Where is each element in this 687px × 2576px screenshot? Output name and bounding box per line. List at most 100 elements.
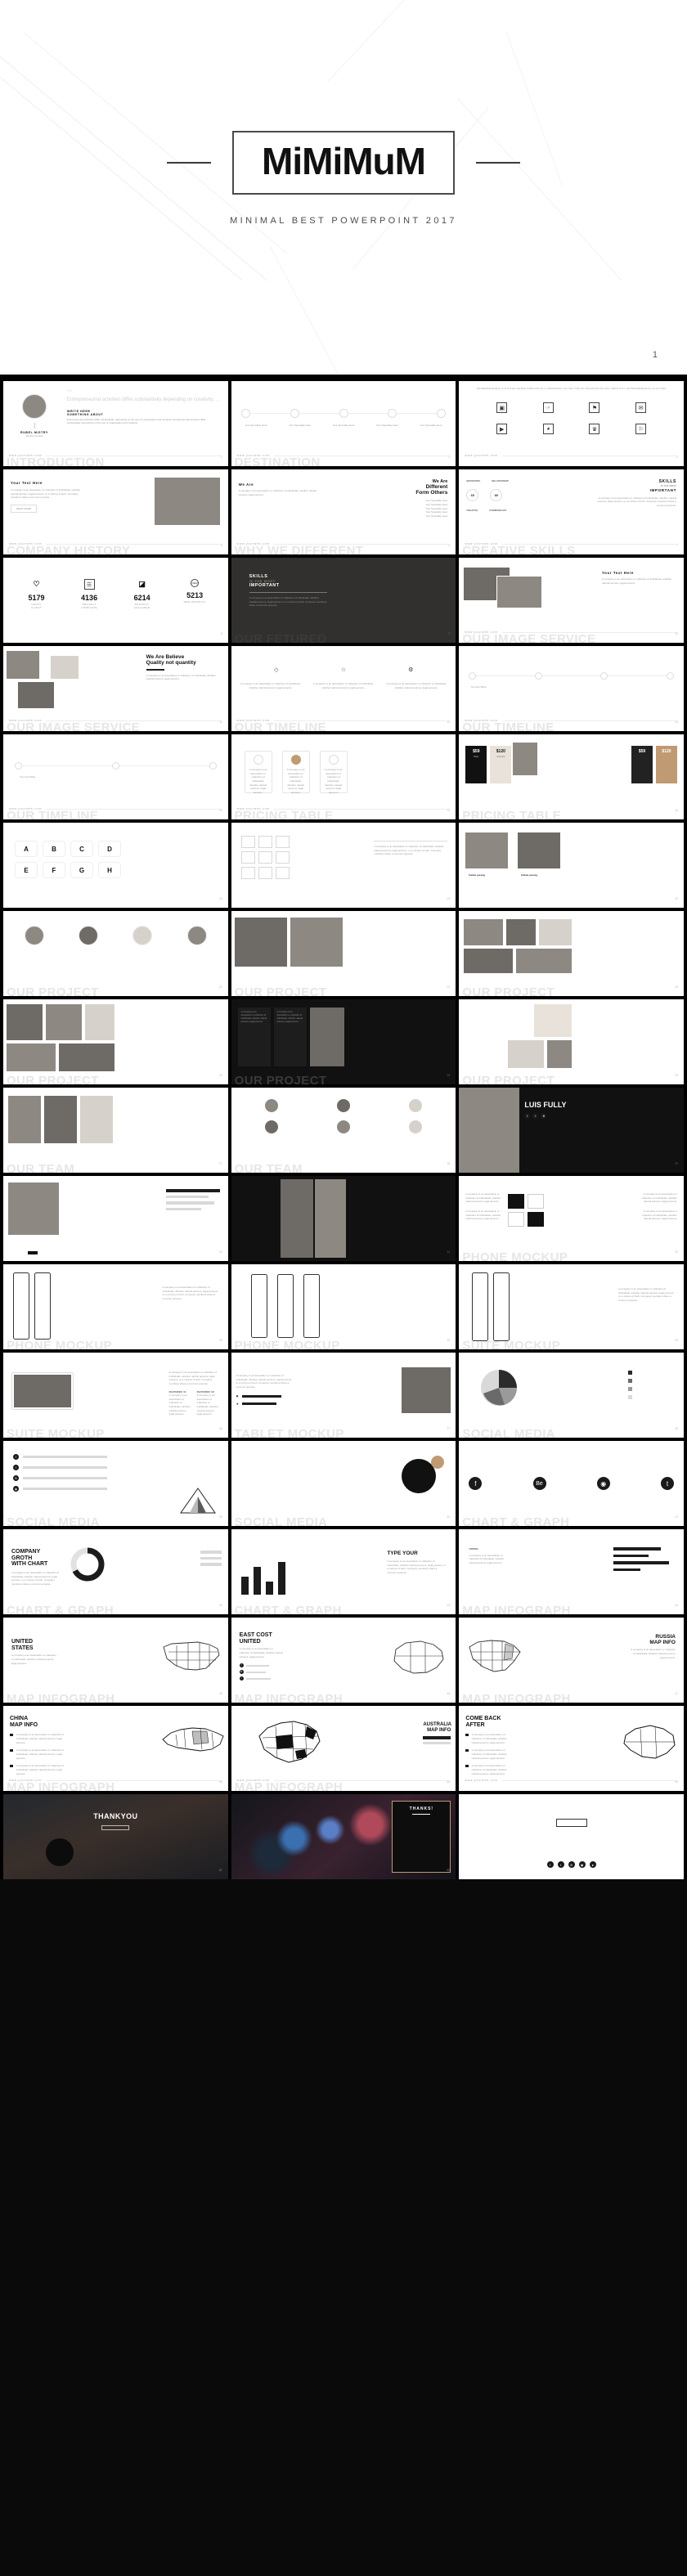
letter-tile[interactable]	[240, 851, 255, 864]
slide-thumbnail[interactable]: A B C D E F G H 18	[3, 823, 228, 908]
letter-tile[interactable]: E	[15, 862, 38, 878]
slide-thumbnail[interactable]: 24 OUR PROJECT	[3, 999, 228, 1084]
facebook-icon[interactable]: f	[13, 1454, 19, 1460]
slide-thumbnail[interactable]: ENTREPRENEURIAL ACTIVITIES DIFFER SUBSTA…	[459, 381, 684, 466]
letter-tile[interactable]: D	[98, 841, 121, 857]
slide-thumbnail[interactable]: COMPANY GROTH WITH CHART A company is an…	[3, 1529, 228, 1614]
twitter-icon[interactable]: t	[13, 1465, 19, 1470]
slide-thumbnail[interactable]: A company is an association or collectio…	[231, 1353, 456, 1438]
facebook-icon[interactable]: f	[469, 1477, 483, 1490]
letter-tile[interactable]	[275, 851, 290, 864]
slide-thumbnail[interactable]: f t B ◉ 39 SOCIAL MEDIA	[3, 1441, 228, 1526]
slide-thumbnail[interactable]: A company is an association or collectio…	[3, 1264, 228, 1349]
slide-thumbnail[interactable]: 22 OUR PROJECT	[231, 911, 456, 996]
slide-thumbnail[interactable]: 25 OUR PROJECT	[459, 999, 684, 1084]
slide-thumbnail[interactable]: A company is an association or collectio…	[231, 823, 456, 908]
slide-thumbnail[interactable]: 30	[3, 1176, 228, 1261]
letter-tile[interactable]	[275, 867, 290, 879]
slide-thumbnail[interactable]: A company is an association or collectio…	[231, 999, 456, 1084]
slide-thumbnail[interactable]: $59 Basic $120 Standard $59 $120 16 PRIC…	[459, 734, 684, 819]
slide-thumbnail[interactable]: We Are Believe Quality not quantity A co…	[3, 646, 228, 731]
slide-thumbnail[interactable]: ◇ ☆ ⚙ A company is an association or col…	[231, 646, 456, 731]
letter-tile[interactable]	[258, 851, 272, 864]
behance-icon[interactable]: Be	[532, 1477, 546, 1490]
slide-thumbnail[interactable]: 34 PHONE MOCKUP	[231, 1264, 456, 1349]
slide-thumbnail[interactable]: Your Text Here A company is an associati…	[459, 558, 684, 643]
slide-thumbnail[interactable]: UNITED STATES A company is an associatio…	[3, 1618, 228, 1703]
slide-thumbnail[interactable]: ♡ 5179 HAPPY CLIENT ☰ 4136 PROJECT COMPL…	[3, 558, 228, 643]
letter-tile[interactable]	[258, 867, 272, 879]
slide-thumbnail[interactable]: LUIS FULLY f t B 29	[459, 1088, 684, 1173]
slide-footer: www.yourweb.com	[465, 719, 677, 722]
letter-tile[interactable]: B	[43, 841, 65, 857]
slide-thumbnail[interactable]: 23 OUR PROJECT	[459, 911, 684, 996]
slide-thumbnail[interactable]: Kalam parveg Kalam parveg 20	[459, 823, 684, 908]
letter-tile[interactable]: G	[70, 862, 93, 878]
facebook-icon[interactable]: f	[524, 1113, 531, 1119]
headphone-icon: ◕	[542, 424, 554, 434]
slide-thumbnail[interactable]: TYPE YOUR A company is an association or…	[231, 1529, 456, 1614]
twitter-icon[interactable]: t	[532, 1113, 539, 1119]
facebook-icon[interactable]: f	[546, 1861, 554, 1868]
slide-thumbnail[interactable]: Your Text Here A company is an associati…	[3, 469, 228, 554]
person-name: Kalam parveg	[469, 873, 486, 877]
slide-thumbnail[interactable]: f Be ◉ t 41 CHART & GRAPH	[459, 1441, 684, 1526]
slide-thumbnail[interactable]: COME BACK AFTER A company is an associat…	[459, 1706, 684, 1791]
letter-tile[interactable]: H	[98, 862, 121, 878]
twitter-icon[interactable]: t	[239, 1676, 244, 1681]
slide-thumbnail[interactable]: AUSTRALIA MAP INFO www.yourweb.com 49 MA…	[231, 1706, 456, 1791]
slide-thumbnail[interactable]: UNITED A company is an association or co…	[459, 1529, 684, 1614]
slide-thumbnail[interactable]: f t B ◉ ●	[459, 1794, 684, 1879]
slide-thumbnail[interactable]: RUBEL MISTRY Director General ““ Entrepr…	[3, 381, 228, 466]
slide-thumbnail[interactable]: RUSSIA MAP INFO A company is an associat…	[459, 1618, 684, 1703]
twitter-icon[interactable]: t	[660, 1477, 674, 1490]
slide-thumbnail[interactable]: A company is an association or collectio…	[3, 1353, 228, 1438]
facebook-icon[interactable]: f	[239, 1663, 244, 1668]
letter-tile[interactable]: C	[70, 841, 93, 857]
behance-icon[interactable]: B	[568, 1861, 575, 1868]
letter-tile[interactable]	[240, 836, 255, 848]
come-back-button[interactable]	[101, 1825, 130, 1830]
slide-thumbnail[interactable]: A company is an association or collectio…	[459, 1176, 684, 1261]
slide-thumbnail[interactable]: 21 OUR PROJECT	[3, 911, 228, 996]
instagram-icon[interactable]: ◉	[578, 1861, 586, 1868]
letter-tile[interactable]: F	[43, 862, 65, 878]
letter-tile[interactable]: A	[15, 841, 38, 857]
letter-tile[interactable]	[275, 836, 290, 848]
slide-caption: SOCIAL MEDIA	[234, 1515, 328, 1526]
slide-body: A company is an association or collectio…	[601, 577, 672, 585]
slide-thumbnail[interactable]: 40 SOCIAL MEDIA	[231, 1441, 456, 1526]
slide-thumbnail[interactable]: 27 OUR TEAM	[3, 1088, 228, 1173]
slide-thumbnail[interactable]: You Can Write www.yourweb.com 14 OUR TIM…	[3, 734, 228, 819]
letter-tile[interactable]	[258, 836, 272, 848]
slide-footer: www.yourweb.com	[237, 807, 450, 810]
slide-caption: SUITE MOCKUP	[7, 1427, 105, 1438]
behance-icon[interactable]: B	[239, 1670, 244, 1675]
slide-thumbnail[interactable]: 28 OUR TEAM	[231, 1088, 456, 1173]
instagram-icon[interactable]: ◉	[13, 1486, 19, 1492]
read-more-button[interactable]: READ MORE	[11, 504, 38, 513]
behance-icon[interactable]: B	[13, 1475, 19, 1481]
dribbble-icon[interactable]: ●	[589, 1861, 596, 1868]
slide-thumbnail[interactable]: 31	[231, 1176, 456, 1261]
slide-thumbnail[interactable]: SKILLS IS THE MOST IMPORTANT A company i…	[231, 558, 456, 643]
slide-thumbnail[interactable]: A company is an association or collectio…	[459, 1264, 684, 1349]
slide-thumbnail[interactable]: Your Speciality Here Your Speciality Her…	[231, 381, 456, 466]
slide-title-2: Quality not quantity	[146, 660, 196, 666]
footer-url: www.yourweb.com	[236, 542, 270, 545]
slide-thumbnail[interactable]: 38 SOCIAL MEDIA	[459, 1353, 684, 1438]
slide-thumbnail[interactable]: THANKYOU 51	[3, 1794, 228, 1879]
slide-thumbnail[interactable]: A company is an association or collectio…	[231, 734, 456, 819]
behance-icon[interactable]: B	[541, 1113, 547, 1119]
slide-thumbnail[interactable]: EAST COST UNITED A company is an associa…	[231, 1618, 456, 1703]
slide-thumbnail[interactable]: CHINA MAP INFO A company is an associati…	[3, 1706, 228, 1791]
instagram-icon[interactable]: ◉	[596, 1477, 610, 1490]
slide-thumbnail[interactable]: THANKS! 52	[231, 1794, 456, 1879]
cart-icon: ▶	[496, 424, 508, 434]
twitter-icon[interactable]: t	[557, 1861, 564, 1868]
letter-tile[interactable]	[240, 867, 255, 879]
slide-thumbnail[interactable]: MARKETING RELATIONSHIP 60 80 CREATIVE CO…	[459, 469, 684, 554]
slide-thumbnail[interactable]: We Are A company is an association or co…	[231, 469, 456, 554]
slide-caption: CHART & GRAPH	[234, 1604, 342, 1614]
slide-thumbnail[interactable]: You Can Write www.yourweb.com 13 OUR TIM…	[459, 646, 684, 731]
